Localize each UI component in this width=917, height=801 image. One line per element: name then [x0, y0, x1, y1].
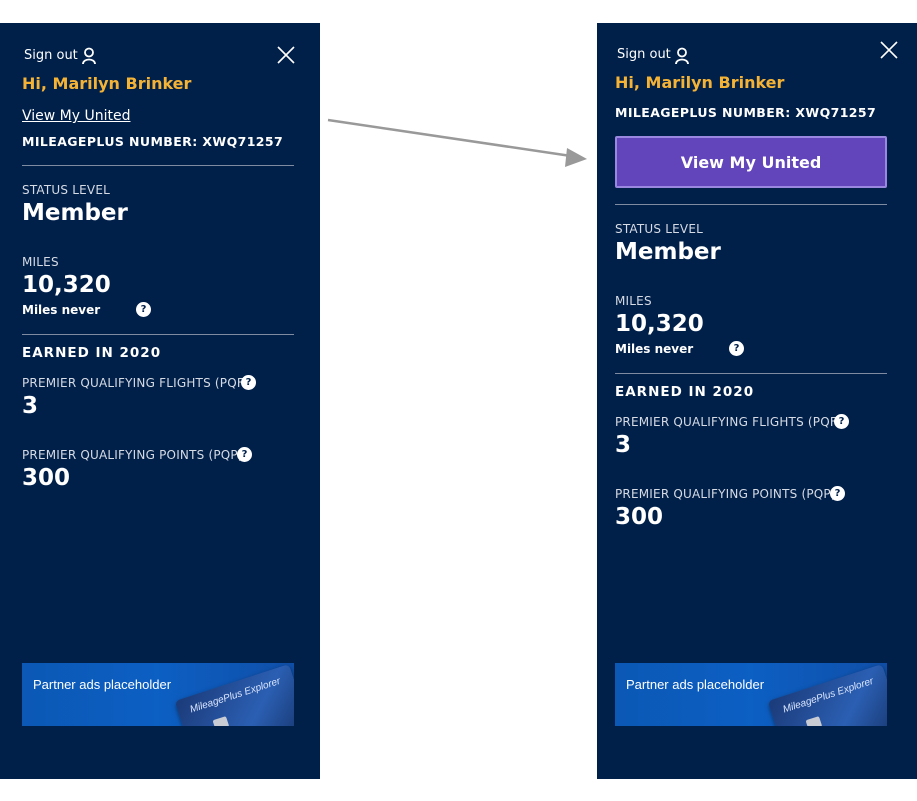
status-level-value: Member	[22, 200, 128, 226]
pqp-value: 300	[615, 504, 664, 530]
question-mark-icon[interactable]: ?	[136, 302, 151, 317]
mileageplus-number: MILEAGEPLUS NUMBER: XWQ71257	[615, 105, 877, 120]
pqf-label: PREMIER QUALIFYING FLIGHTS (PQF)	[22, 376, 249, 390]
earned-heading: EARNED IN 2020	[615, 384, 755, 400]
menu-panel-after: Sign out Hi, Marilyn Brinker MILEAGEPLUS…	[597, 23, 917, 779]
mileageplus-number: MILEAGEPLUS NUMBER: XWQ71257	[22, 134, 284, 149]
question-mark-icon[interactable]: ?	[241, 375, 256, 390]
view-my-united-link[interactable]: View My United	[22, 108, 131, 124]
card-chip	[805, 716, 823, 726]
greeting-text: Hi, Marilyn Brinker	[22, 74, 192, 93]
question-mark-icon[interactable]: ?	[830, 486, 845, 501]
miles-label: MILES	[615, 294, 652, 308]
greeting-text: Hi, Marilyn Brinker	[615, 73, 785, 92]
pqp-label: PREMIER QUALIFYING POINTS (PQP)	[615, 487, 836, 501]
status-level-label: STATUS LEVEL	[22, 183, 110, 197]
credit-card-image: MileagePlus Explorer	[174, 664, 294, 726]
partner-ad-text: Partner ads placeholder	[626, 677, 765, 692]
miles-label: MILES	[22, 255, 59, 269]
partner-ad-banner[interactable]: Partner ads placeholder MileagePlus Expl…	[22, 663, 294, 726]
pqf-label: PREMIER QUALIFYING FLIGHTS (PQF)	[615, 415, 842, 429]
status-level-label: STATUS LEVEL	[615, 222, 703, 236]
credit-card-text: MileagePlus Explorer	[781, 675, 875, 716]
divider	[22, 165, 294, 166]
partner-ad-text: Partner ads placeholder	[33, 677, 172, 692]
miles-value: 10,320	[22, 272, 111, 298]
partner-ad-banner[interactable]: Partner ads placeholder MileagePlus Expl…	[615, 663, 887, 726]
divider	[615, 373, 887, 374]
credit-card-image: MileagePlus Explorer	[767, 664, 887, 726]
question-mark-icon[interactable]: ?	[729, 341, 744, 356]
arrow-right-icon	[327, 118, 587, 167]
pqp-label: PREMIER QUALIFYING POINTS (PQP)	[22, 448, 243, 462]
user-icon[interactable]	[674, 47, 690, 65]
close-icon[interactable]	[277, 46, 295, 64]
question-mark-icon[interactable]: ?	[237, 447, 252, 462]
menu-panel-before: Sign out Hi, Marilyn Brinker View My Uni…	[0, 23, 320, 779]
pqf-value: 3	[22, 393, 39, 419]
credit-card-text: MileagePlus Explorer	[188, 675, 282, 716]
user-icon[interactable]	[81, 47, 97, 65]
divider	[615, 204, 887, 205]
miles-value: 10,320	[615, 311, 704, 337]
miles-note: Miles never	[22, 303, 101, 317]
earned-heading: EARNED IN 2020	[22, 345, 162, 361]
status-level-value: Member	[615, 239, 721, 265]
close-icon[interactable]	[880, 41, 898, 59]
pqp-value: 300	[22, 465, 71, 491]
sign-out-link[interactable]: Sign out	[24, 48, 78, 63]
miles-note: Miles never	[615, 342, 694, 356]
card-chip	[212, 716, 230, 726]
question-mark-icon[interactable]: ?	[834, 414, 849, 429]
divider	[22, 334, 294, 335]
pqf-value: 3	[615, 432, 632, 458]
view-my-united-button[interactable]: View My United	[615, 136, 887, 188]
sign-out-link[interactable]: Sign out	[617, 47, 671, 62]
